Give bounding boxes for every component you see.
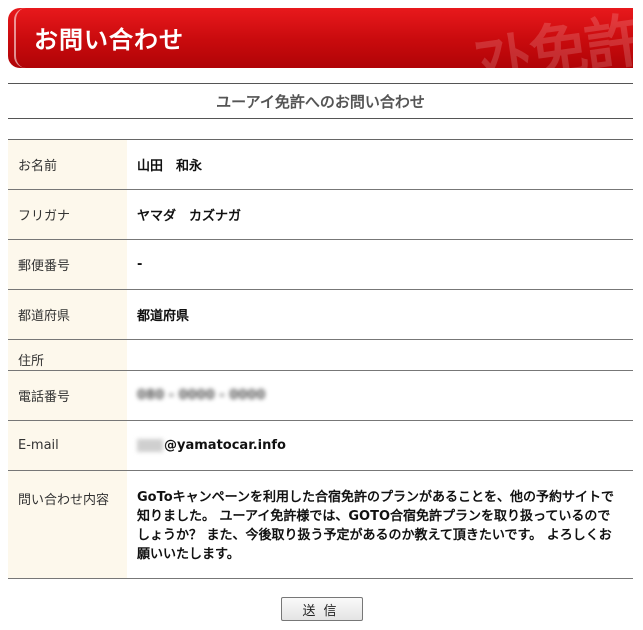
form-subtitle: ユーアイ免許へのお問い合わせ [216, 92, 425, 111]
form-row-email: E-mail @yamatocar.info [8, 421, 633, 471]
banner-watermark: ﾏﾄ免許 [471, 8, 633, 68]
form-row-phone: 電話番号 080 - 0000 - 0000 [8, 371, 633, 421]
prefecture-label: 都道府県 [8, 290, 127, 339]
form-row-postal: 郵便番号 - [8, 240, 633, 290]
furigana-label: フリガナ [8, 190, 127, 239]
phone-value: 080 - 0000 - 0000 [137, 388, 266, 403]
inquiry-form-table: お名前 山田 和永 フリガナ ヤマダ カズナガ 郵便番号 - 都道府県 都道府県… [8, 139, 633, 579]
form-row-furigana: フリガナ ヤマダ カズナガ [8, 190, 633, 240]
prefecture-value: 都道府県 [137, 309, 190, 324]
message-label: 問い合わせ内容 [8, 471, 127, 578]
banner-decoration [14, 8, 26, 68]
submit-area: 送信 [0, 597, 643, 621]
form-subtitle-bar: ユーアイ免許へのお問い合わせ [8, 83, 633, 119]
page-header-banner: お問い合わせ ﾏﾄ免許 [8, 8, 633, 68]
phone-value-cell: 080 - 0000 - 0000 [127, 371, 633, 420]
page-title: お問い合わせ [34, 26, 184, 54]
email-redacted-part [137, 439, 163, 452]
form-row-address: 住所 [8, 340, 633, 371]
phone-label: 電話番号 [8, 371, 127, 420]
form-row-prefecture: 都道府県 都道府県 [8, 290, 633, 340]
postal-value: - [137, 257, 143, 272]
name-label: お名前 [8, 140, 127, 189]
address-value [127, 340, 633, 370]
form-row-name: お名前 山田 和永 [8, 140, 633, 190]
submit-button[interactable]: 送信 [280, 597, 363, 621]
name-value: 山田 和永 [137, 159, 203, 174]
postal-label: 郵便番号 [8, 240, 127, 289]
furigana-value: ヤマダ カズナガ [137, 209, 242, 224]
email-label: E-mail [8, 421, 127, 470]
form-row-message: 問い合わせ内容 GoToキャンペーンを利用した合宿免許のプランがあることを、他の… [8, 471, 633, 579]
address-label: 住所 [8, 340, 127, 370]
email-value-cell: @yamatocar.info [127, 421, 633, 470]
message-value: GoToキャンペーンを利用した合宿免許のプランがあることを、他の予約サイトで知り… [137, 490, 615, 562]
email-value: @yamatocar.info [164, 438, 286, 453]
